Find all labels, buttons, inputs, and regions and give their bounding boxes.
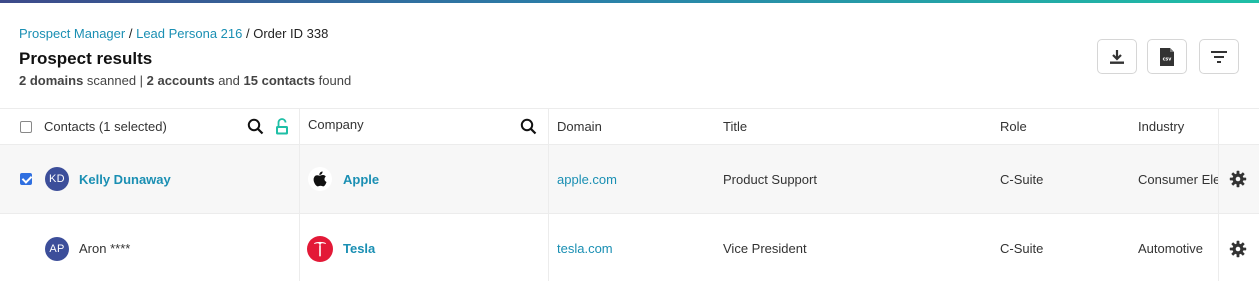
download-button[interactable]	[1097, 39, 1137, 74]
row-settings-button[interactable]	[1229, 214, 1247, 281]
column-divider	[1218, 214, 1219, 281]
column-divider	[299, 214, 300, 281]
page-title: Prospect results	[19, 49, 153, 68]
avatar-cell: AP	[45, 214, 69, 281]
title-cell: Product Support	[723, 171, 817, 187]
breadcrumb-current: Order ID 338	[253, 26, 329, 41]
column-header-domain[interactable]: Domain	[557, 109, 602, 144]
apple-logo-icon	[308, 167, 332, 191]
company-name-link[interactable]: Apple	[343, 145, 379, 213]
top-accent-bar	[0, 0, 1259, 3]
select-all-checkbox-cell	[20, 109, 32, 144]
column-divider	[299, 109, 300, 144]
gear-icon	[1229, 240, 1247, 257]
accounts-count: 2 accounts	[146, 73, 215, 88]
domain-link[interactable]: tesla.com	[557, 214, 613, 281]
industry-cell: Consumer Ele	[1138, 171, 1218, 187]
column-divider	[548, 214, 549, 281]
domain-link[interactable]: apple.com	[557, 145, 617, 213]
company-logo-cell	[307, 214, 333, 281]
breadcrumb-lead-persona[interactable]: Lead Persona 216	[136, 26, 242, 41]
breadcrumb-prospect-manager[interactable]: Prospect Manager	[19, 26, 125, 41]
column-divider	[1218, 145, 1219, 213]
company-search-button[interactable]	[520, 109, 537, 144]
search-icon	[520, 118, 537, 135]
row-settings-button[interactable]	[1229, 145, 1247, 213]
contacts-search-button[interactable]	[247, 109, 264, 144]
domains-count: 2 domains	[19, 73, 84, 88]
filter-button[interactable]	[1199, 39, 1239, 74]
contact-name: Aron ****	[79, 241, 131, 256]
role-cell: C-Suite	[1000, 241, 1044, 256]
column-header-title[interactable]: Title	[723, 109, 747, 144]
avatar: KD	[45, 167, 69, 191]
filter-icon	[1211, 50, 1227, 63]
column-header-company[interactable]: Company	[308, 109, 364, 144]
row-checkbox-cell	[20, 145, 32, 213]
breadcrumb-separator: /	[128, 26, 137, 41]
scan-summary: 2 domains scanned | 2 accounts and 15 co…	[19, 73, 351, 89]
page-header: Prospect Manager / Lead Persona 216 / Or…	[19, 26, 351, 89]
column-divider	[548, 145, 549, 213]
download-icon	[1110, 49, 1124, 64]
role-cell: C-Suite	[1000, 171, 1044, 187]
row-checkbox[interactable]	[20, 173, 32, 185]
table-header-row: Contacts (1 selected) Company Domain Tit…	[0, 108, 1259, 145]
column-header-role[interactable]: Role	[1000, 109, 1027, 144]
column-header-contacts[interactable]: Contacts (1 selected)	[44, 109, 167, 144]
column-divider	[1218, 109, 1219, 144]
column-divider	[548, 109, 549, 144]
column-header-industry[interactable]: Industry	[1138, 109, 1184, 144]
column-divider	[299, 145, 300, 213]
summary-text: found	[315, 73, 352, 88]
breadcrumb: Prospect Manager / Lead Persona 216 / Or…	[19, 26, 351, 42]
contact-name-link[interactable]: Kelly Dunaway	[79, 145, 171, 213]
company-logo-cell	[308, 145, 332, 213]
company-name-link[interactable]: Tesla	[343, 214, 375, 281]
table-row[interactable]: AP Aron **** Tesla tesla.com Vice Presid…	[0, 214, 1259, 281]
tesla-logo-icon	[307, 235, 333, 262]
export-csv-button[interactable]: csv	[1147, 39, 1187, 74]
contacts-count: 15 contacts	[243, 73, 316, 88]
title-cell: Vice President	[723, 241, 807, 256]
table-row[interactable]: KD Kelly Dunaway Apple apple.com Product…	[0, 145, 1259, 214]
unlock-contacts-button[interactable]	[275, 109, 289, 144]
csv-icon-label: csv	[1163, 57, 1173, 62]
summary-text: scanned |	[83, 73, 147, 88]
industry-cell: Automotive	[1138, 241, 1204, 256]
csv-file-icon: csv	[1160, 47, 1174, 66]
summary-text: and	[214, 73, 244, 88]
unlock-icon	[276, 118, 288, 135]
search-icon	[247, 118, 264, 135]
avatar-cell: KD	[45, 145, 69, 213]
select-all-checkbox[interactable]	[20, 120, 32, 133]
avatar: AP	[45, 236, 69, 261]
gear-icon	[1229, 170, 1247, 188]
